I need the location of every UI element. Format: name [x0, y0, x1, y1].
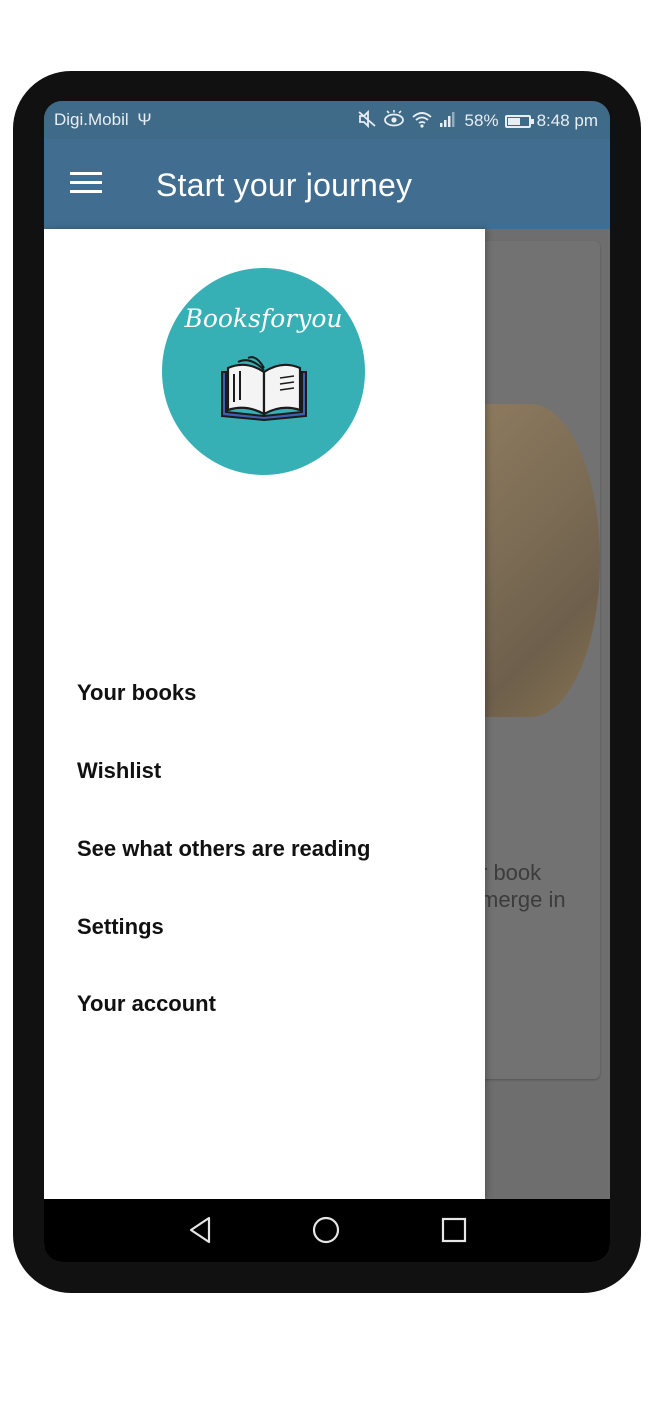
home-icon[interactable] — [312, 1216, 340, 1249]
back-icon[interactable] — [188, 1216, 212, 1249]
hamburger-menu-icon[interactable] — [70, 172, 102, 194]
screen: Digi.Mobil Ψ 58% 8:48 pm Start your jour… — [44, 101, 610, 1262]
battery-percent: 58% — [464, 111, 499, 130]
open-book-icon — [218, 354, 310, 431]
logo-text: Booksforyou — [184, 304, 343, 333]
menu-item-wishlist[interactable]: Wishlist — [77, 758, 161, 784]
app-bar: Start your journey — [44, 139, 610, 229]
wifi-icon — [411, 110, 433, 132]
status-bar: Digi.Mobil Ψ 58% 8:48 pm — [44, 101, 610, 139]
menu-item-your-books[interactable]: Your books — [77, 680, 196, 706]
usb-icon: Ψ — [137, 110, 152, 129]
eye-comfort-icon — [383, 110, 405, 132]
battery-icon — [504, 114, 534, 128]
navigation-drawer: Booksforyou Your books Wishlist See what… — [44, 229, 485, 1199]
menu-item-settings[interactable]: Settings — [77, 914, 164, 940]
recents-icon[interactable] — [441, 1216, 467, 1249]
carrier-label: Digi.Mobil Ψ — [54, 110, 152, 130]
page-title: Start your journey — [156, 167, 413, 203]
battery-level — [507, 117, 521, 125]
status-icons: 58% 8:48 pm — [357, 109, 598, 132]
status-time: 8:48 pm — [536, 111, 598, 130]
system-navigation-bar — [44, 1199, 610, 1262]
background-card-text: r book merge in — [480, 860, 566, 912]
mute-icon — [357, 109, 377, 132]
signal-icon — [439, 110, 459, 132]
menu-item-others-reading[interactable]: See what others are reading — [77, 836, 370, 862]
menu-item-your-account[interactable]: Your account — [77, 991, 216, 1017]
carrier-name: Digi.Mobil — [54, 110, 129, 129]
app-logo: Booksforyou — [162, 268, 365, 475]
